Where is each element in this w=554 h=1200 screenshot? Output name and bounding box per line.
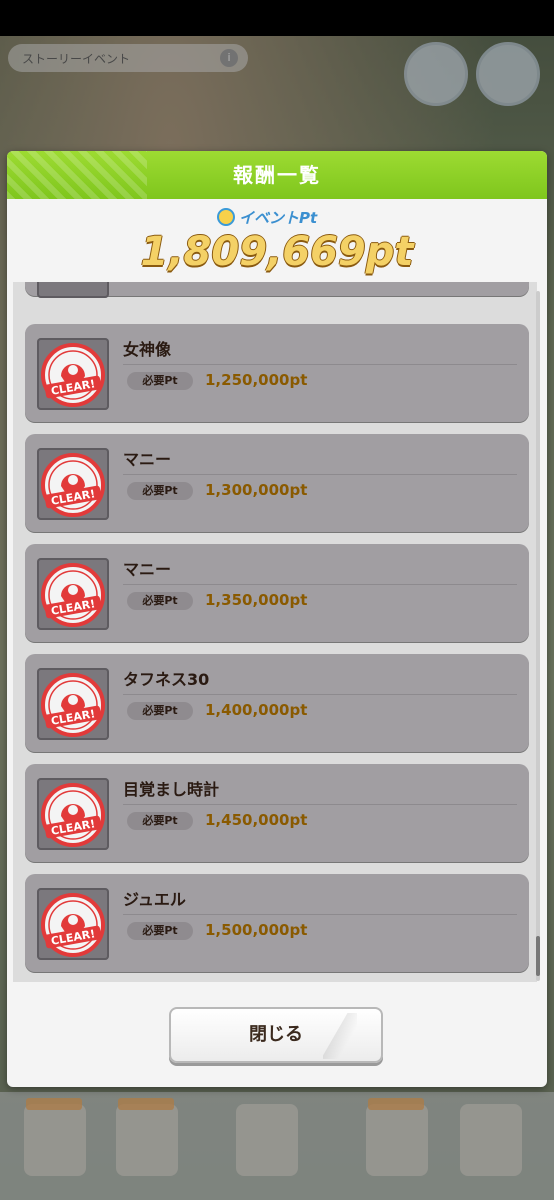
card-divider <box>123 364 517 365</box>
dialog-title: 報酬一覧 <box>233 163 321 187</box>
reward-thumbnail: CLEAR! <box>37 778 109 850</box>
clear-stamp-icon: CLEAR! <box>41 783 105 847</box>
clear-stamp-icon: CLEAR! <box>41 453 105 517</box>
reward-thumbnail: CLEAR! <box>37 338 109 410</box>
reward-name: 女神像 <box>123 340 172 359</box>
event-point-total: 1,809,669pt <box>140 229 414 275</box>
required-pt-value: 1,250,000pt <box>205 371 308 389</box>
reward-card: CLEAR! タフネス30 必要Pt 1,400,000pt <box>25 654 529 752</box>
reward-card: CLEAR! 目覚まし時計必要Pt 1,450,000pt <box>25 764 529 862</box>
required-pt-value: 1,300,000pt <box>205 481 308 499</box>
reward-card-partial <box>25 282 529 298</box>
reward-thumbnail: CLEAR! <box>37 888 109 960</box>
list-scrollbar[interactable] <box>536 291 540 981</box>
reward-card: CLEAR! マニー必要Pt 1,350,000pt <box>25 544 529 642</box>
reward-thumbnail: CLEAR! <box>37 448 109 520</box>
required-pt-label: 必要Pt <box>127 372 193 390</box>
close-button-label: 閉じる <box>249 1024 303 1045</box>
required-pt-label: 必要Pt <box>127 482 193 500</box>
required-pt-value: 1,400,000pt <box>205 701 308 719</box>
reward-card: CLEAR! ジュエル必要Pt 1,500,000pt <box>25 874 529 972</box>
event-point-label: イベントPt <box>217 207 317 227</box>
reward-thumbnail: CLEAR! <box>37 668 109 740</box>
required-pt-label: 必要Pt <box>127 702 193 720</box>
clear-stamp-icon: CLEAR! <box>41 563 105 627</box>
card-divider <box>123 474 517 475</box>
reward-thumbnail: CLEAR! <box>37 558 109 630</box>
clear-stamp-icon: CLEAR! <box>41 343 105 407</box>
dialog-header: 報酬一覧 <box>7 151 547 199</box>
card-divider <box>123 914 517 915</box>
rewards-dialog: 報酬一覧 イベントPt 1,809,669pt CLEAR! 女神像必要Pt 1,2… <box>7 151 547 1087</box>
scrollbar-thumb[interactable] <box>536 936 540 976</box>
clear-stamp-icon: CLEAR! <box>41 893 105 957</box>
required-pt-label: 必要Pt <box>127 592 193 610</box>
reward-thumbnail <box>37 282 109 298</box>
card-divider <box>123 804 517 805</box>
required-pt-label: 必要Pt <box>127 922 193 940</box>
card-divider <box>123 694 517 695</box>
clear-stamp-icon: CLEAR! <box>41 673 105 737</box>
reward-name: マニー <box>123 450 172 469</box>
reward-name: ジュエル <box>123 890 186 909</box>
reward-list[interactable]: CLEAR! 女神像 必要Pt 1,250,000pt CLEAR! マニー 必要Pt 1,3… <box>13 282 537 982</box>
close-button[interactable]: 閉じる <box>169 1007 383 1063</box>
event-point-icon <box>217 208 235 226</box>
reward-card: CLEAR! 女神像必要Pt 1,250,000pt <box>25 324 529 422</box>
reward-name: マニー <box>123 560 172 579</box>
status-bar <box>0 0 554 36</box>
reward-card: CLEAR! マニー必要Pt 1,300,000pt <box>25 434 529 532</box>
required-pt-value: 1,450,000pt <box>205 811 308 829</box>
required-pt-value: 1,500,000pt <box>205 921 308 939</box>
card-divider <box>123 584 517 585</box>
event-point-label-text: イベントPt <box>239 208 318 227</box>
required-pt-value: 1,350,000pt <box>205 591 308 609</box>
reward-name: 目覚まし時計 <box>123 780 220 799</box>
required-pt-label: 必要Pt <box>127 812 193 830</box>
reward-name: タフネス30 <box>123 670 210 689</box>
